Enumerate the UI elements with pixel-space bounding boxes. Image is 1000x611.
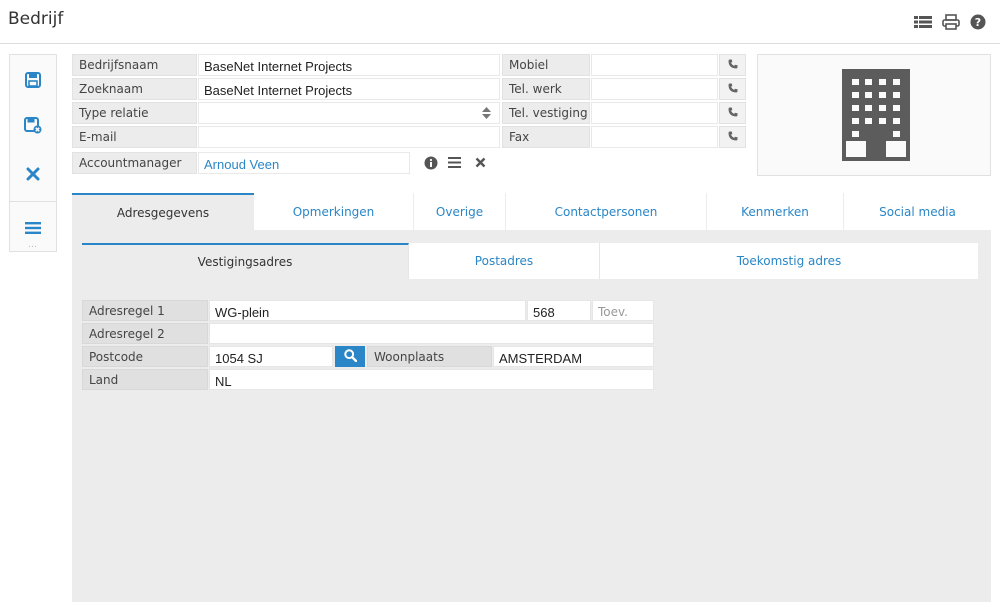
accountmanager-link[interactable]: Arnoud Veen <box>198 152 410 174</box>
fax-label: Fax <box>502 126 590 148</box>
postcode-label: Postcode <box>82 346 208 367</box>
tab-contactpersonen[interactable]: Contactpersonen <box>506 193 707 230</box>
type-relatie-label: Type relatie <box>72 102 197 124</box>
save-icon <box>25 71 41 91</box>
detail-panel: Adresgegevens Opmerkingen Overige Contac… <box>72 193 991 602</box>
row-accountmanager: Accountmanager Arnoud Veen <box>72 152 500 174</box>
tel-werk-input[interactable] <box>591 78 718 100</box>
zoeknaam-label: Zoeknaam <box>72 78 197 100</box>
postcode-input[interactable]: 1054 SJ <box>209 346 333 367</box>
print-icon[interactable] <box>942 14 960 30</box>
row-tel-werk: Tel. werk <box>502 78 746 100</box>
row-fax: Fax <box>502 126 746 148</box>
row-mobiel: Mobiel <box>502 54 746 76</box>
mobiel-input[interactable] <box>591 54 718 76</box>
bedrijfsnaam-input[interactable]: BaseNet Internet Projects <box>198 54 500 76</box>
info-icon[interactable] <box>424 156 438 173</box>
fax-input[interactable] <box>591 126 718 148</box>
phone-icon <box>728 82 738 96</box>
email-label: E-mail <box>72 126 197 148</box>
tab-adresgegevens[interactable]: Adresgegevens <box>72 193 254 230</box>
toolbar-divider <box>10 201 56 202</box>
row-email: E-mail <box>72 126 500 148</box>
subtab-postadres[interactable]: Postadres <box>409 243 600 279</box>
accountmanager-label: Accountmanager <box>72 152 197 174</box>
call-mobiel-button[interactable] <box>719 54 746 76</box>
action-toolbar: … <box>9 54 57 252</box>
adresregel2-input[interactable] <box>209 323 654 344</box>
sort-icon <box>482 107 491 122</box>
phone-icon <box>728 58 738 72</box>
list-icon[interactable] <box>914 14 932 30</box>
zoeknaam-input[interactable]: BaseNet Internet Projects <box>198 78 500 100</box>
tab-social-media[interactable]: Social media <box>844 193 991 230</box>
mobiel-label: Mobiel <box>502 54 590 76</box>
clear-icon[interactable] <box>475 157 486 171</box>
land-input[interactable]: NL <box>209 369 654 390</box>
call-tel-vestiging-button[interactable] <box>719 102 746 124</box>
adresregel1-input[interactable]: WG-plein <box>209 300 526 321</box>
tab-overige[interactable]: Overige <box>414 193 506 230</box>
call-tel-werk-button[interactable] <box>719 78 746 100</box>
help-icon[interactable]: ? <box>970 14 988 30</box>
page-title: Bedrijf <box>8 9 64 29</box>
row-tel-vestiging: Tel. vestiging <box>502 102 746 124</box>
tel-vestiging-input[interactable] <box>591 102 718 124</box>
tab-opmerkingen[interactable]: Opmerkingen <box>254 193 414 230</box>
email-input[interactable] <box>198 126 500 148</box>
header-actions: ? <box>914 14 988 30</box>
building-icon <box>838 67 914 166</box>
cancel-icon <box>26 167 40 184</box>
row-bedrijfsnaam: Bedrijfsnaam BaseNet Internet Projects <box>72 54 500 76</box>
toevoeging-input[interactable]: Toev. <box>592 300 654 321</box>
save-button[interactable] <box>10 61 56 101</box>
main-tabs: Adresgegevens Opmerkingen Overige Contac… <box>72 193 991 230</box>
contact-numbers: Mobiel Tel. werk Tel. vestiging Fax <box>502 54 746 150</box>
tel-werk-label: Tel. werk <box>502 78 590 100</box>
address-tabs: Vestigingsadres Postadres Toekomstig adr… <box>82 243 978 279</box>
save-close-icon <box>24 117 42 137</box>
company-logo[interactable] <box>757 54 991 176</box>
call-fax-button[interactable] <box>719 126 746 148</box>
land-label: Land <box>82 369 208 390</box>
company-form: Bedrijfsnaam BaseNet Internet Projects Z… <box>72 54 500 178</box>
woonplaats-label: Woonplaats <box>367 346 492 367</box>
type-relatie-select[interactable] <box>198 102 500 124</box>
adresregel1-label: Adresregel 1 <box>82 300 208 321</box>
list-lines-icon[interactable] <box>448 157 461 171</box>
subtab-toekomstig-adres[interactable]: Toekomstig adres <box>600 243 978 279</box>
postcode-search-button[interactable] <box>335 346 365 367</box>
menu-icon <box>25 221 41 238</box>
tab-kenmerken[interactable]: Kenmerken <box>707 193 844 230</box>
adresregel2-label: Adresregel 2 <box>82 323 208 344</box>
row-type-relatie: Type relatie <box>72 102 500 124</box>
phone-icon <box>728 106 738 120</box>
search-icon <box>343 348 357 365</box>
subtab-vestigingsadres[interactable]: Vestigingsadres <box>82 243 409 279</box>
page-header: Bedrijf ? <box>0 0 1000 44</box>
address-form: Adresregel 1 WG-plein 568 Toev. Adresreg… <box>82 279 978 602</box>
phone-icon <box>728 130 738 144</box>
save-close-button[interactable] <box>10 107 56 147</box>
more-dots: … <box>28 240 38 250</box>
tel-vestiging-label: Tel. vestiging <box>502 102 590 124</box>
row-zoeknaam: Zoeknaam BaseNet Internet Projects <box>72 78 500 100</box>
bedrijfsnaam-label: Bedrijfsnaam <box>72 54 197 76</box>
woonplaats-input[interactable]: AMSTERDAM <box>493 346 654 367</box>
svg-text:?: ? <box>975 16 981 29</box>
cancel-button[interactable] <box>10 155 56 195</box>
huisnummer-input[interactable]: 568 <box>527 300 591 321</box>
